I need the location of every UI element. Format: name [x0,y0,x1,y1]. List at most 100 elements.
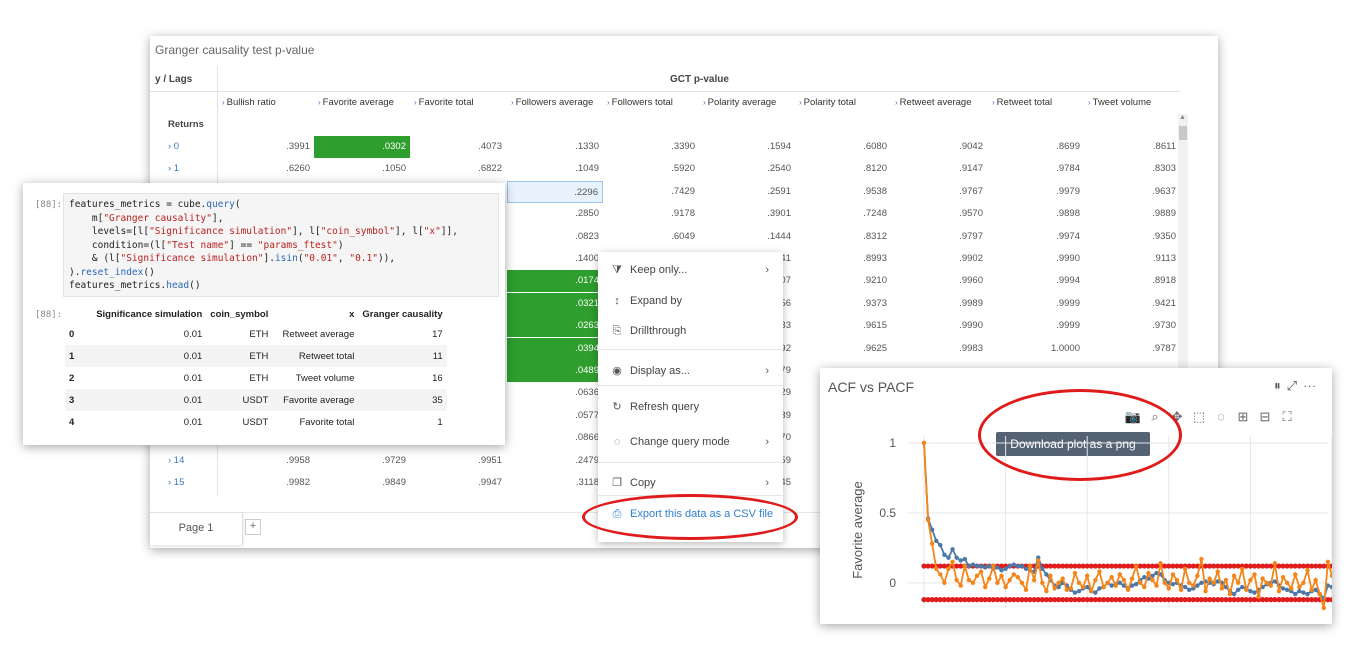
table-cell[interactable]: .1444 [699,226,795,248]
table-cell[interactable]: .9898 [988,203,1084,225]
table-cell[interactable]: .9147 [891,158,987,180]
table-cell[interactable]: .9730 [1084,315,1180,337]
table-cell[interactable]: .7248 [795,203,891,225]
table-cell[interactable]: .3901 [699,203,795,225]
table-cell[interactable]: .0321 [507,292,603,315]
table-cell[interactable]: .9538 [795,181,891,203]
table-cell[interactable]: .1330 [507,136,603,158]
table-cell[interactable]: .2850 [507,203,603,225]
page-tab[interactable]: Page 1 [150,513,243,545]
table-cell[interactable]: .9784 [988,158,1084,180]
table-cell[interactable]: .9570 [891,203,987,225]
table-cell[interactable]: .6260 [218,158,314,180]
expand-caret-icon[interactable]: › [992,98,995,107]
column-header[interactable]: › Retweet total [992,97,1052,108]
table-cell[interactable]: .8611 [1084,136,1180,158]
table-cell[interactable]: .4073 [410,136,506,158]
table-cell[interactable]: .0866 [507,427,603,449]
code-cell[interactable]: features_metrics = cube.query( m["Grange… [63,193,499,297]
column-header[interactable]: › Retweet average [895,97,972,108]
table-cell[interactable]: .9042 [891,136,987,158]
table-cell[interactable]: .9974 [988,226,1084,248]
table-cell[interactable]: .9889 [1084,203,1180,225]
table-cell[interactable]: .6049 [603,226,699,248]
table-cell[interactable]: .9178 [603,203,699,225]
table-cell[interactable]: .9982 [218,472,314,494]
expand-caret-icon[interactable]: › [607,98,610,107]
table-cell[interactable]: .8918 [1084,270,1180,292]
pause-icon[interactable]: ⏸ [1274,378,1287,393]
table-cell[interactable]: .2296 [507,180,603,203]
table-cell[interactable]: .9979 [988,181,1084,203]
table-cell[interactable]: .9990 [891,315,987,337]
expand-caret-icon[interactable]: › [1088,98,1091,107]
table-cell[interactable]: .0636 [507,382,603,404]
table-cell[interactable]: .1049 [507,158,603,180]
table-cell[interactable]: .0394 [507,337,603,360]
table-cell[interactable]: .9960 [891,270,987,292]
table-cell[interactable]: .0489 [507,360,603,382]
column-header[interactable]: › Bullish ratio [222,97,276,108]
table-cell[interactable]: .9787 [1084,338,1180,360]
table-cell[interactable]: .3390 [603,136,699,158]
column-header[interactable]: › Favorite average [318,97,394,108]
column-header[interactable]: › Polarity total [799,97,856,108]
column-header[interactable]: › Followers average [511,97,593,108]
expand-caret-icon[interactable]: › [414,98,417,107]
table-cell[interactable]: .7429 [603,181,699,203]
table-cell[interactable]: .9990 [988,248,1084,270]
table-cell[interactable]: .6822 [410,158,506,180]
menu-item[interactable]: ↻ Refresh query [598,394,783,420]
fullscreen-icon[interactable]: ⤢ [1287,378,1303,393]
expand-caret-icon[interactable]: › [318,98,321,107]
zoom-in-icon[interactable]: ⊞ [1232,409,1254,425]
table-cell[interactable]: .0263 [507,315,603,338]
column-header[interactable]: › Followers total [607,97,673,108]
table-cell[interactable]: .1400 [507,248,603,270]
table-cell[interactable]: .8312 [795,226,891,248]
menu-item[interactable]: ❐ Copy › [598,470,783,496]
row-header[interactable]: › 0 [168,141,179,152]
table-cell[interactable]: .9951 [410,450,506,472]
row-header[interactable]: › 1 [168,163,179,174]
table-cell[interactable]: .9947 [410,472,506,494]
table-cell[interactable]: .0577 [507,405,603,427]
column-header[interactable]: › Polarity average [703,97,776,108]
table-cell[interactable]: .8699 [988,136,1084,158]
table-cell[interactable]: .9350 [1084,226,1180,248]
table-cell[interactable]: .8303 [1084,158,1180,180]
row-header[interactable]: › 14 [168,455,184,466]
table-cell[interactable]: .9625 [795,338,891,360]
code-text[interactable]: features_metrics = cube.query( m["Grange… [64,194,498,297]
table-cell[interactable]: .9373 [795,293,891,315]
table-cell[interactable]: .1050 [314,158,410,180]
table-cell[interactable]: .9999 [988,315,1084,337]
table-cell[interactable]: .9958 [218,450,314,472]
table-cell[interactable]: .9210 [795,270,891,292]
table-cell[interactable]: .8120 [795,158,891,180]
autoscale-icon[interactable]: ⛶ [1276,409,1298,425]
table-cell[interactable]: .9729 [314,450,410,472]
scroll-up-icon[interactable]: ▲ [1179,114,1186,121]
scrollbar-thumb[interactable] [1179,126,1187,140]
menu-item[interactable]: ◉ Display as... › [598,358,783,384]
table-cell[interactable]: .3118 [507,472,603,494]
more-icon[interactable]: ⋯ [1303,378,1322,393]
table-cell[interactable]: .1594 [699,136,795,158]
table-cell[interactable]: .0174 [507,270,603,293]
menu-item[interactable]: ◌ Change query mode › [598,429,783,455]
menu-item[interactable]: ⧩ Keep only... › [598,257,783,283]
expand-caret-icon[interactable]: › [222,98,225,107]
table-cell[interactable]: .8993 [795,248,891,270]
table-cell[interactable]: .9797 [891,226,987,248]
table-cell[interactable]: .3991 [218,136,314,158]
expand-caret-icon[interactable]: › [703,98,706,107]
table-cell[interactable]: .9637 [1084,181,1180,203]
row-header[interactable]: › 15 [168,477,184,488]
table-cell[interactable]: .0823 [507,226,603,248]
table-cell[interactable]: .9983 [891,338,987,360]
expand-caret-icon[interactable]: › [895,98,898,107]
add-page-button[interactable]: + [245,519,261,535]
zoom-out-icon[interactable]: ⊟ [1254,409,1276,425]
table-cell[interactable]: .9999 [988,293,1084,315]
